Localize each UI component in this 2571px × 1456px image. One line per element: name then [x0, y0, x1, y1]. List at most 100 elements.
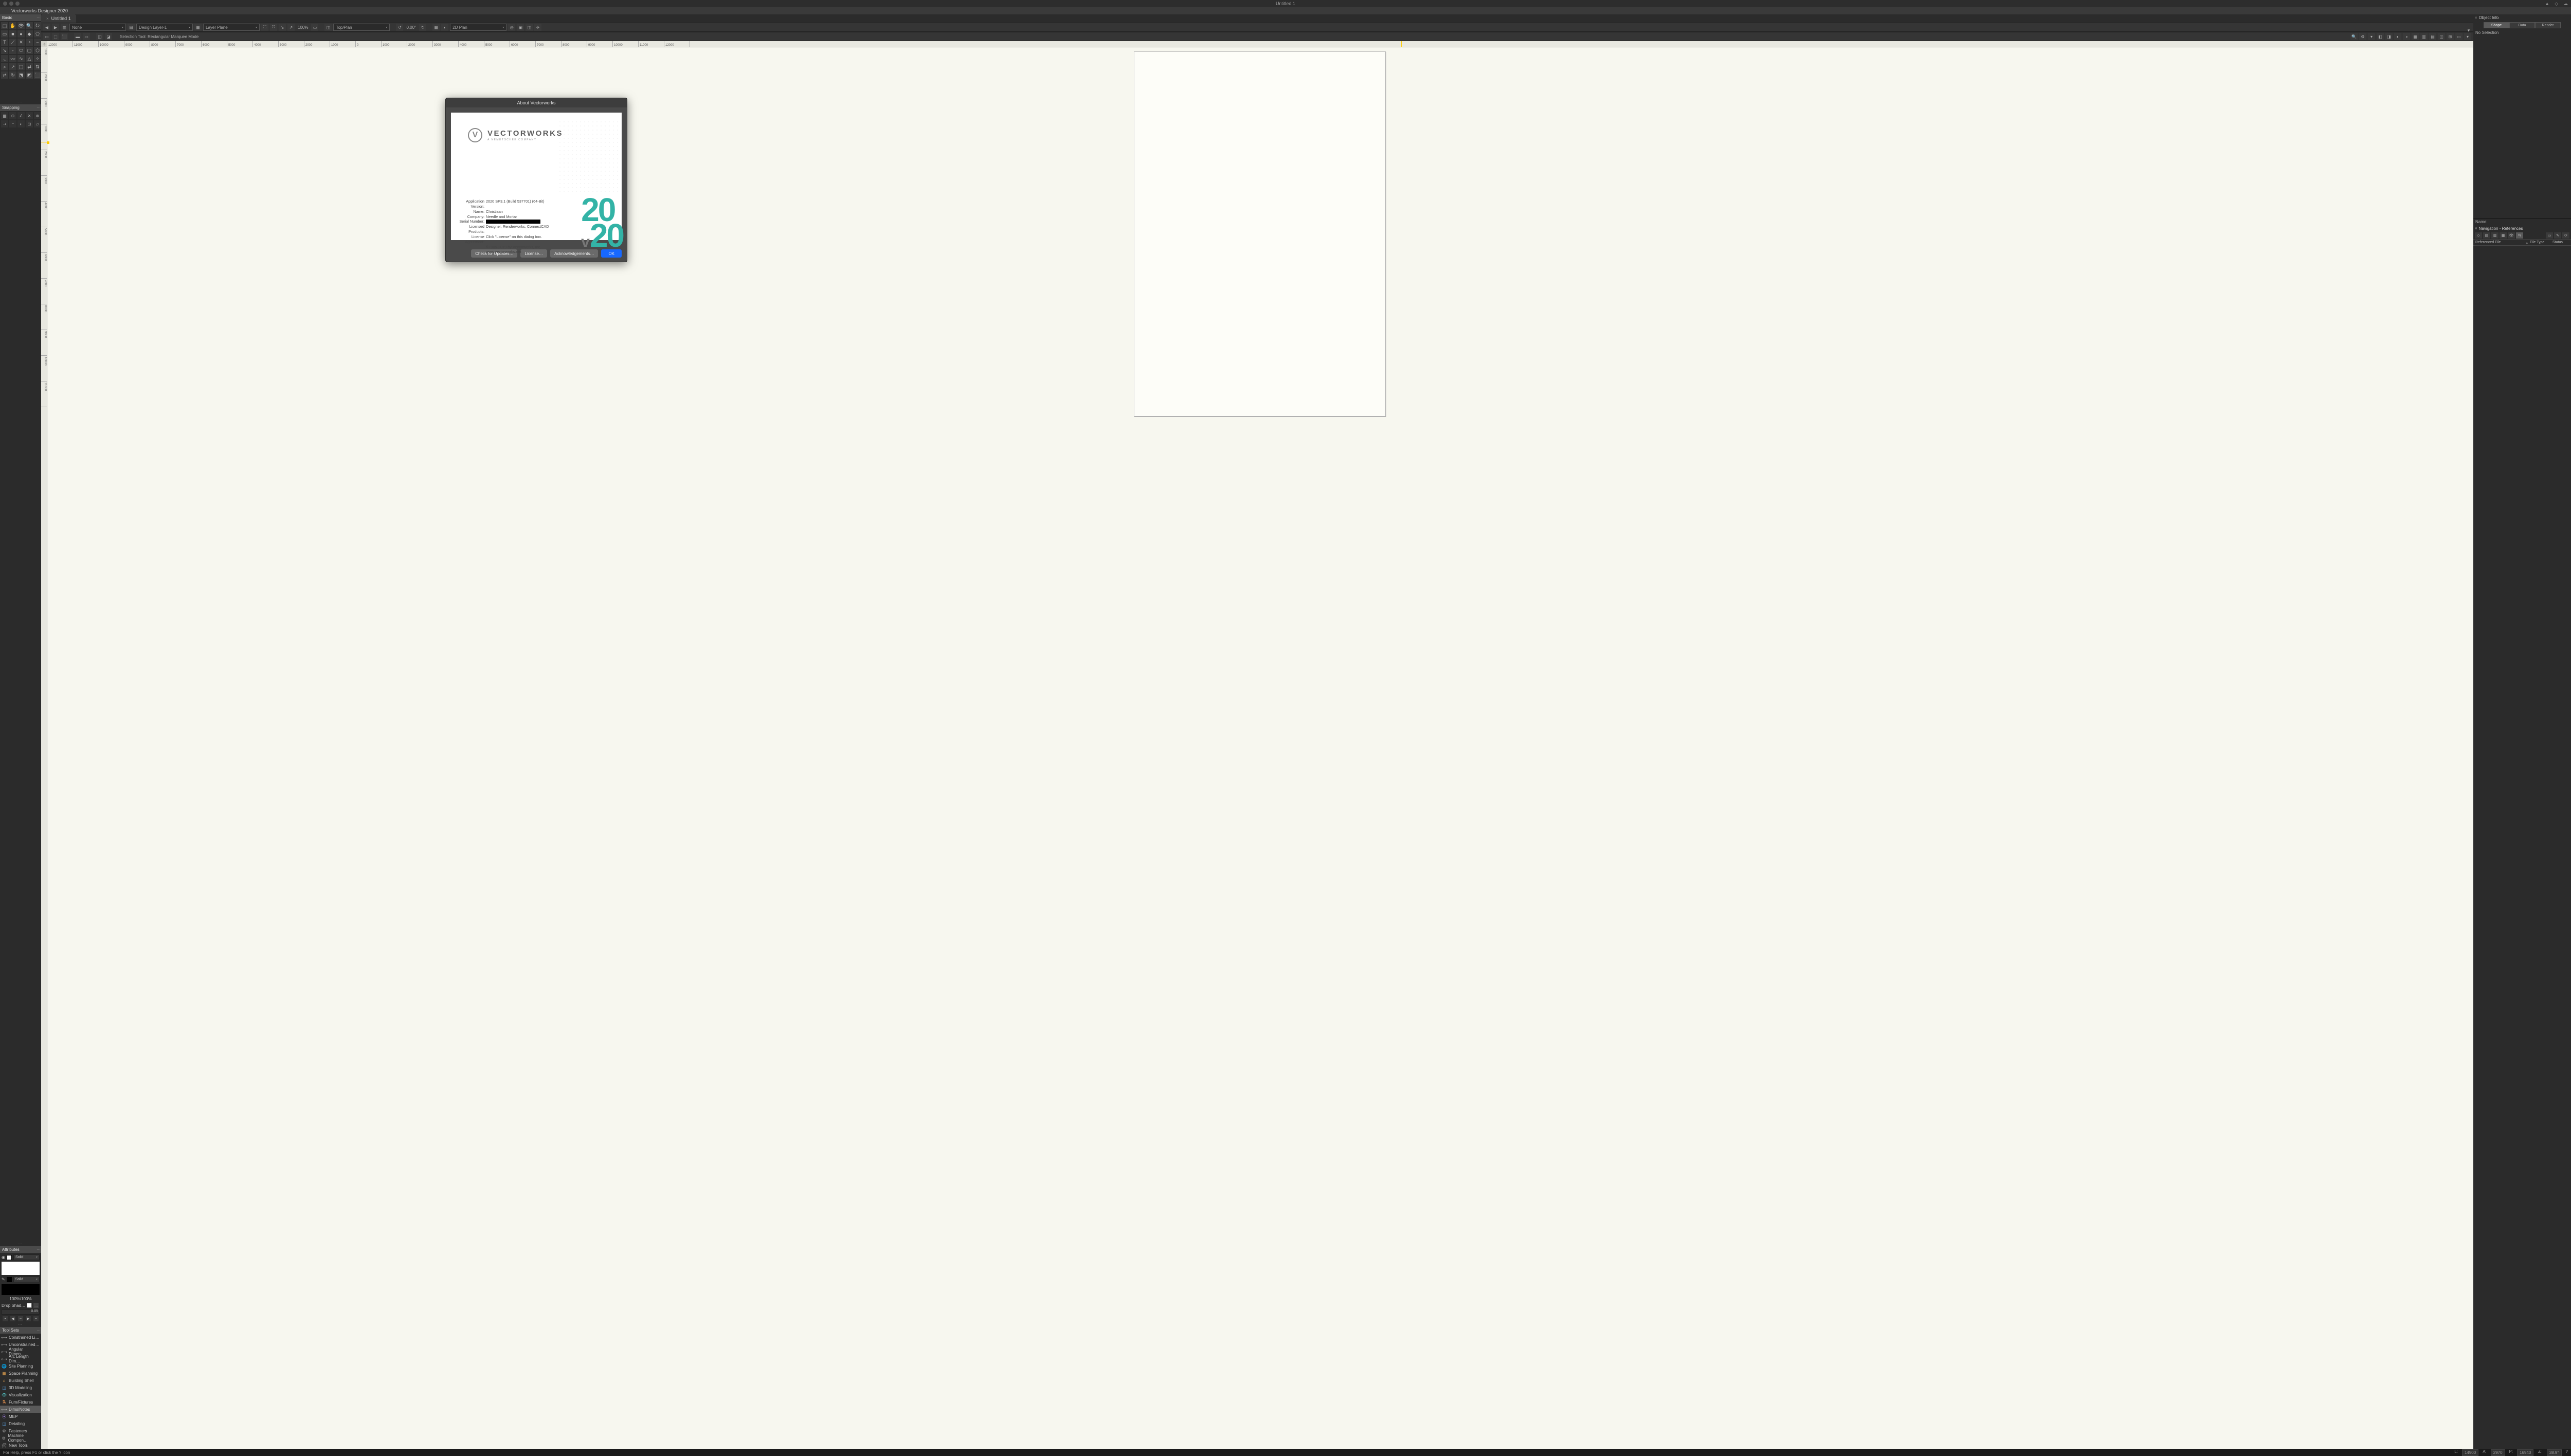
object-info-header[interactable]: × Object Info [2473, 14, 2571, 21]
render-select[interactable]: 2D Plan [450, 24, 506, 31]
nav-saved-views-icon[interactable]: 👁 [2508, 232, 2515, 239]
marker-start-arrow[interactable]: ◀ [10, 1316, 15, 1321]
disp-2-icon[interactable]: ◧ [2377, 33, 2384, 40]
notifications-icon[interactable]: ▲ [2545, 1, 2549, 7]
panel-handle[interactable]: ⋯ [0, 1242, 41, 1246]
render-icon[interactable]: ◐ [441, 24, 448, 31]
opacity-value[interactable]: 100%/100% [2, 1297, 40, 1301]
toolset-furn-fixtures[interactable]: 🪑Furn/Fixtures [0, 1398, 41, 1406]
mode-7[interactable]: ◪ [105, 33, 112, 40]
unified-view-icon[interactable]: ▣ [517, 24, 524, 31]
saved-views-icon[interactable]: ▭ [311, 24, 318, 31]
flyover-tool[interactable]: 🔍 [26, 22, 33, 29]
status-help-icon[interactable]: ? [2566, 1449, 2568, 1456]
toolset-detailing[interactable]: ◫Detailing [0, 1420, 41, 1427]
fill-style-select[interactable]: Solid [13, 1254, 40, 1260]
offset-tool[interactable]: ⇄ [26, 63, 33, 70]
toolset-visualization[interactable]: 👁Visualization [0, 1391, 41, 1398]
rotation-angle[interactable]: 0.00° [405, 25, 418, 30]
class-vis-icon[interactable]: ▥ [61, 24, 68, 31]
marker-mid[interactable]: ⎯ [18, 1316, 23, 1321]
quarter-arc-tool[interactable]: ◟ [1, 55, 8, 62]
visibility-tool[interactable]: ⇅ [34, 63, 41, 70]
navigation-list[interactable] [2473, 246, 2571, 1449]
zoom-tool[interactable]: 👁 [17, 22, 25, 29]
nav-edit-icon[interactable]: ✎ [2554, 232, 2561, 239]
nav-references-icon[interactable]: ⇆ [2516, 232, 2523, 239]
disp-6-icon[interactable]: ▦ [2412, 33, 2419, 40]
nav-viewports-icon[interactable]: ▦ [2500, 232, 2507, 239]
close-tab-icon[interactable]: × [46, 16, 49, 21]
snap-working-plane[interactable]: ▱ [34, 120, 41, 128]
fill-color-swatch[interactable] [2, 1262, 40, 1275]
toolset--d-modeling[interactable]: ◫3D Modeling [0, 1384, 41, 1391]
circle-tool[interactable]: ● [17, 30, 25, 38]
fit-page-icon[interactable]: ⛶ [261, 24, 268, 31]
oi-tab-shape[interactable]: Shape [2484, 22, 2509, 28]
ruler-vertical[interactable]: 1000200030001000200030004000500060007000… [41, 47, 47, 1449]
user-icon[interactable]: ◇ [2555, 1, 2558, 7]
rectangle-tool[interactable]: ■ [9, 30, 16, 38]
attribute-tool[interactable]: ⬛ [34, 71, 41, 79]
ruler-origin-button[interactable]: ⊹ [41, 41, 47, 47]
pen-color-swatch[interactable] [2, 1284, 40, 1295]
marker-end-none[interactable]: • [33, 1316, 39, 1321]
snapping-header[interactable]: Snapping ⋯ [0, 104, 41, 111]
traffic-close[interactable] [3, 2, 7, 6]
search-icon[interactable]: 🔍 [2350, 33, 2358, 40]
fit-objects-icon[interactable]: ⤧ [270, 24, 277, 31]
palette-menu-icon[interactable]: ⋯ [37, 15, 40, 20]
polygon-tool[interactable]: ◆ [26, 30, 33, 38]
arc-tool[interactable]: ◔ [26, 39, 33, 46]
line-tool[interactable]: ⟋ [9, 39, 16, 46]
disp-10-icon[interactable]: ⊞ [2447, 33, 2454, 40]
snap-distance[interactable]: ⇢ [1, 120, 8, 128]
palette-menu-icon[interactable]: ⋯ [37, 1247, 40, 1252]
nav-classes-icon[interactable]: ◇ [2475, 232, 2482, 239]
plane-icon[interactable]: ▦ [194, 24, 202, 31]
clip-tool[interactable]: ⬚ [17, 63, 25, 70]
nav-new-icon[interactable]: ▭ [2546, 232, 2553, 239]
zoom-out-icon[interactable]: ↘ [279, 24, 286, 31]
rotate-cw-icon[interactable]: ↻ [419, 24, 426, 31]
spiral-tool[interactable]: 〰 [9, 55, 16, 62]
snap-smart-edge[interactable]: ⎯ [9, 120, 16, 128]
marker-end-arrow[interactable]: ▶ [26, 1316, 31, 1321]
drawing-canvas[interactable]: ⊹ 12000110001000090008000700060005000400… [41, 41, 2473, 1449]
ruler-horizontal[interactable]: 1200011000100009000800070006000500040003… [47, 41, 2473, 47]
traffic-min[interactable] [9, 2, 13, 6]
disp-3-icon[interactable]: ◨ [2385, 33, 2393, 40]
toolsets-header[interactable]: Tool Sets ⋯ [0, 1327, 41, 1334]
chamfer-tool[interactable]: ◩ [26, 71, 33, 79]
clip-cube-icon[interactable]: ◫ [526, 24, 533, 31]
attribute-mapping-tool[interactable]: ↗ [9, 63, 16, 70]
toolset-new-tools[interactable]: 🛠New Tools [0, 1442, 41, 1449]
toolset-tool[interactable]: ⟷Constrained Li… [0, 1334, 41, 1341]
toolset-space-planning[interactable]: ▦Space Planning [0, 1370, 41, 1377]
pen-swatch[interactable] [7, 1277, 12, 1282]
snap-angle[interactable]: ∠ [17, 112, 25, 119]
multi-view-icon[interactable]: ▦ [432, 24, 440, 31]
oi-tab-data[interactable]: Data [2509, 22, 2535, 28]
class-select[interactable]: None [69, 24, 126, 31]
zoom-in-icon[interactable]: ↗ [287, 24, 295, 31]
toolset-machine-compon-[interactable]: ⚙Machine Compon… [0, 1434, 41, 1442]
basic-header[interactable]: Basic ⋯ [0, 14, 41, 21]
mode-2[interactable]: ⬚ [52, 33, 59, 40]
mode-3[interactable]: ⬛ [61, 33, 68, 40]
palette-menu-icon[interactable]: ⋯ [37, 105, 40, 110]
oval-tool[interactable]: ⬭ [17, 47, 25, 54]
toolset-dims-notes[interactable]: ⟷Dims/Notes [0, 1406, 41, 1413]
disp-9-icon[interactable]: ◫ [2438, 33, 2445, 40]
triangle-tool[interactable]: △ [26, 55, 33, 62]
mirror-tool[interactable]: ⮂ [1, 71, 8, 79]
marker-start-none[interactable]: • [3, 1316, 8, 1321]
mode-6[interactable]: ◫ [96, 33, 103, 40]
render-settings-icon[interactable]: ◎ [508, 24, 515, 31]
gear-icon[interactable]: ⚙ [2359, 33, 2366, 40]
nav-design-layers-icon[interactable]: ▤ [2483, 232, 2490, 239]
selection-tool[interactable]: ⬚ [1, 22, 8, 29]
document-tab[interactable]: × Untitled 1 [41, 14, 76, 23]
symbol-insert-tool[interactable]: ✕ [17, 39, 25, 46]
quick-prefs-button[interactable]: ▾ [2465, 23, 2472, 38]
